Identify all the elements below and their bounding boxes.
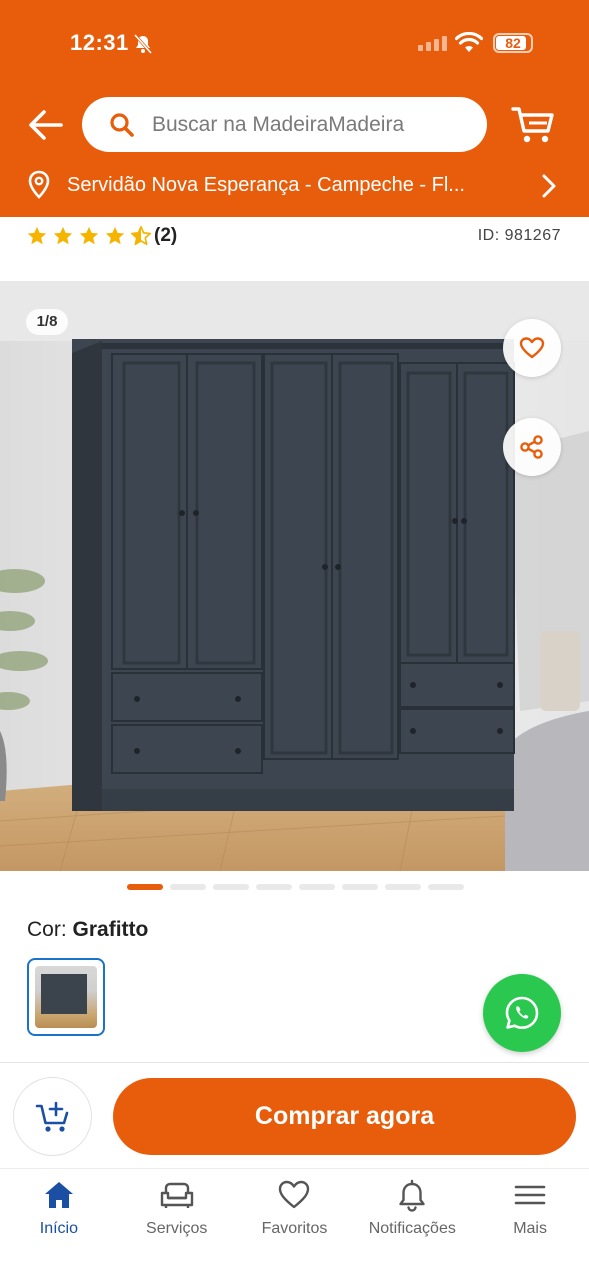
battery-level: 82 [505,35,521,51]
favorite-button[interactable] [503,319,561,377]
star-full-icon [53,226,73,245]
chevron-right-icon [542,174,556,198]
color-option-thumbnail [35,966,97,1028]
star-full-icon [79,226,99,245]
search-input[interactable]: Buscar na MadeiraMadeira [82,97,487,152]
heart-icon [519,337,545,359]
nav-item-notificacoes[interactable]: Notificações [353,1169,471,1280]
carousel-dot[interactable] [385,884,421,890]
nav-item-servicos[interactable]: Serviços [118,1169,236,1280]
status-time: 12:31 [70,30,129,55]
whatsapp-button[interactable] [483,974,561,1052]
heart-icon [279,1180,310,1209]
search-icon [110,112,134,137]
carousel-dot[interactable] [342,884,378,890]
color-prefix: Cor: [27,918,73,941]
nav-label: Favoritos [261,1220,328,1237]
rating-count[interactable]: (2) [154,225,177,247]
carousel-indicator [127,884,464,890]
share-icon [520,435,543,459]
nav-label: Notificações [368,1220,456,1237]
cell-signal-icon [418,36,447,51]
app-header: 12:31 82 Buscar na MadeiraMadeira Servid… [0,0,589,217]
product-photo[interactable] [0,281,589,871]
wifi-icon [455,32,483,52]
nav-label: Início [39,1220,79,1237]
image-counter: 1/8 [26,309,68,335]
nav-item-mais[interactable]: Mais [471,1169,589,1280]
carousel-dot[interactable] [428,884,464,890]
rating-row: (2) ID: 981267 [0,222,589,252]
battery-indicator: 82 [493,33,533,53]
bell-icon [399,1179,425,1212]
nav-item-favoritos[interactable]: Favoritos [236,1169,354,1280]
home-icon [44,1182,73,1208]
whatsapp-icon [505,996,539,1029]
product-id: ID: 981267 [477,227,561,244]
nav-label: Mais [513,1220,547,1237]
star-half-icon [131,226,151,246]
delivery-address-selector[interactable]: Servidão Nova Esperança - Campeche - Fl.… [0,168,589,204]
share-button[interactable] [503,418,561,476]
cart-add-icon [35,1101,68,1132]
bottom-navigation: Início Serviços Favoritos Notificações M… [0,1168,589,1280]
bell-muted-icon [134,34,152,54]
color-label: Cor: Grafitto [27,918,148,942]
delivery-address: Servidão Nova Esperança - Campeche - Fl.… [67,174,465,196]
carousel-dot-active[interactable] [127,884,163,890]
carousel-dot[interactable] [299,884,335,890]
buy-now-button[interactable]: Comprar agora [113,1078,576,1155]
nav-label: Serviços [146,1220,208,1237]
back-arrow-icon[interactable] [24,104,66,146]
status-bar: 12:31 82 [0,28,589,60]
location-pin-icon [28,170,50,199]
cart-icon[interactable] [510,104,556,146]
star-rating[interactable] [26,225,152,247]
carousel-dot[interactable] [170,884,206,890]
carousel-dot[interactable] [213,884,249,890]
search-placeholder: Buscar na MadeiraMadeira [152,112,405,136]
sofa-icon [160,1182,193,1208]
star-full-icon [27,226,47,245]
star-full-icon [105,226,125,245]
divider [0,1062,589,1063]
nav-item-inicio[interactable]: Início [0,1169,118,1280]
color-option-grafitto[interactable] [27,958,105,1036]
menu-icon [514,1185,546,1205]
add-to-cart-button[interactable] [13,1077,92,1156]
color-name: Grafitto [72,918,149,941]
carousel-dot[interactable] [256,884,292,890]
wardrobe-photo-illustration [0,281,589,871]
